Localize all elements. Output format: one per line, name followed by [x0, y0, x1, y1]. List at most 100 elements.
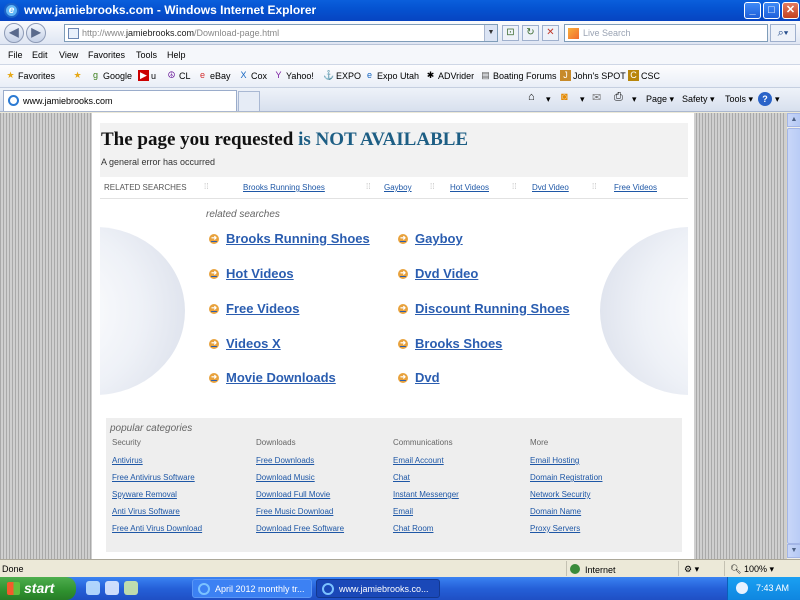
category-link[interactable]: Proxy Servers: [530, 524, 602, 541]
fav-yahoo[interactable]: Y Yahoo!: [273, 70, 313, 81]
fav-boating-forums[interactable]: ▤ Boating Forums: [480, 70, 556, 81]
safety-menu[interactable]: Safety ▾: [682, 94, 715, 105]
related-link[interactable]: ➜ Brooks Shoes: [398, 336, 502, 351]
scroll-thumb[interactable]: [787, 128, 800, 544]
category-link[interactable]: Email: [393, 507, 459, 524]
print-dropdown-icon[interactable]: ▾: [632, 94, 637, 105]
related-bar-link[interactable]: Dvd Video: [532, 183, 569, 192]
scroll-down-button[interactable]: ▼: [787, 544, 800, 558]
category-link[interactable]: Spyware Removal: [112, 490, 202, 507]
feeds-dropdown-icon[interactable]: ▾: [580, 94, 585, 105]
fav-csc[interactable]: C CSC: [628, 70, 660, 81]
related-link[interactable]: ➜ Videos X: [209, 336, 281, 351]
category-link[interactable]: Domain Name: [530, 507, 602, 524]
status-bar: Done Internet ⚙ ▾ 🔍︎ 100% ▾: [0, 559, 800, 577]
fav-expo-utah[interactable]: e Expo Utah: [364, 70, 419, 81]
related-bar-link[interactable]: Gayboy: [384, 183, 412, 192]
forward-button[interactable]: ▶: [26, 23, 46, 43]
error-header: The page you requested is NOT AVAILABLE …: [100, 123, 688, 177]
menu-bar: File Edit View Favorites Tools Help: [0, 45, 800, 65]
related-link[interactable]: ➜ Gayboy: [398, 231, 463, 246]
category-link[interactable]: Anti Virus Software: [112, 507, 202, 524]
category-link[interactable]: Download Free Software: [256, 524, 344, 541]
related-link[interactable]: ➜ Dvd Video: [398, 266, 478, 281]
quicklaunch-app-icon[interactable]: [124, 581, 138, 595]
search-icon[interactable]: ⌕▾: [770, 24, 796, 42]
category-link[interactable]: Free Music Download: [256, 507, 344, 524]
category-link[interactable]: Chat Room: [393, 524, 459, 541]
related-bar-link[interactable]: Hot Videos: [450, 183, 489, 192]
menu-edit[interactable]: Edit: [32, 50, 48, 60]
minimize-button[interactable]: _: [744, 2, 761, 19]
category-link[interactable]: Network Security: [530, 490, 602, 507]
tools-menu[interactable]: Tools ▾: [725, 94, 753, 105]
print-icon[interactable]: ⎙: [614, 91, 623, 104]
menu-favorites[interactable]: Favorites: [88, 50, 125, 60]
category-link[interactable]: Antivirus: [112, 456, 202, 473]
fav-cl[interactable]: ☮ CL: [166, 70, 190, 81]
protected-mode-icon[interactable]: ⚙ ▾: [684, 564, 699, 575]
feeds-icon[interactable]: ◙: [561, 91, 568, 103]
address-url[interactable]: http://www.jamiebrooks.com/Download-page…: [82, 28, 279, 38]
fav-expo[interactable]: ⚓ EXPO: [323, 70, 361, 81]
refresh-icon[interactable]: ↻: [522, 25, 539, 41]
category-link[interactable]: Free Downloads: [256, 456, 344, 473]
vertical-scrollbar[interactable]: ▲ ▼: [786, 113, 800, 559]
fav-google[interactable]: g Google: [90, 70, 132, 81]
fav-johns-spot[interactable]: J John's SPOT: [560, 70, 626, 81]
taskbar-item-active[interactable]: www.jamiebrooks.co...: [316, 579, 440, 598]
start-button[interactable]: start: [0, 577, 76, 600]
arrow-bullet-icon: ➜: [398, 268, 408, 279]
back-button[interactable]: ◀: [4, 23, 24, 43]
taskbar-item[interactable]: April 2012 monthly tr...: [192, 579, 312, 598]
category-link[interactable]: Download Full Movie: [256, 490, 344, 507]
favorites-button[interactable]: ★ Favorites: [5, 70, 55, 81]
fav-ebay[interactable]: e eBay: [197, 70, 231, 81]
close-button[interactable]: ✕: [782, 2, 799, 19]
fav-u[interactable]: ▶ u: [138, 70, 156, 81]
related-bar-link[interactable]: Brooks Running Shoes: [243, 183, 325, 192]
category-link[interactable]: Download Music: [256, 473, 344, 490]
category-link[interactable]: Chat: [393, 473, 459, 490]
search-box[interactable]: Live Search: [564, 24, 768, 42]
quicklaunch-media-icon[interactable]: [105, 581, 119, 595]
security-zone[interactable]: Internet: [570, 564, 616, 575]
related-bar-link[interactable]: Free Videos: [614, 183, 657, 192]
add-favorites-icon[interactable]: ★: [72, 70, 83, 81]
tray-icon[interactable]: [736, 582, 748, 594]
tab-jamiebrooks[interactable]: www.jamiebrooks.com: [3, 90, 237, 111]
zoom-level[interactable]: 🔍︎ 100% ▾: [730, 564, 774, 575]
related-link[interactable]: ➜ Movie Downloads: [209, 370, 336, 385]
scroll-up-button[interactable]: ▲: [787, 113, 800, 127]
quicklaunch-ie-icon[interactable]: [86, 581, 100, 595]
stop-icon[interactable]: ✕: [542, 25, 559, 41]
mail-icon[interactable]: ✉: [592, 91, 601, 104]
related-link[interactable]: ➜ Discount Running Shoes: [398, 301, 570, 316]
category-link[interactable]: Email Hosting: [530, 456, 602, 473]
home-icon[interactable]: ⌂: [528, 91, 535, 103]
fav-advrider[interactable]: ✱ ADVrider: [425, 70, 474, 81]
menu-file[interactable]: File: [8, 50, 23, 60]
help-icon[interactable]: ?: [758, 92, 772, 106]
help-dropdown-icon[interactable]: ▾: [775, 94, 780, 105]
menu-help[interactable]: Help: [167, 50, 186, 60]
related-link[interactable]: ➜ Dvd: [398, 370, 440, 385]
fav-cox[interactable]: X Cox: [238, 70, 267, 81]
compatibility-view-icon[interactable]: ⊡: [502, 25, 519, 41]
category-link[interactable]: Free Anti Virus Download: [112, 524, 202, 541]
menu-tools[interactable]: Tools: [136, 50, 157, 60]
home-dropdown-icon[interactable]: ▾: [546, 94, 551, 105]
category-link[interactable]: Email Account: [393, 456, 459, 473]
new-tab-button[interactable]: [238, 91, 260, 111]
address-bar[interactable]: http://www.jamiebrooks.com/Download-page…: [64, 24, 498, 42]
category-link[interactable]: Instant Messenger: [393, 490, 459, 507]
related-link[interactable]: ➜ Brooks Running Shoes: [209, 231, 370, 246]
category-link[interactable]: Free Antivirus Software: [112, 473, 202, 490]
related-link[interactable]: ➜ Free Videos: [209, 301, 299, 316]
related-link[interactable]: ➜ Hot Videos: [209, 266, 294, 281]
menu-view[interactable]: View: [59, 50, 78, 60]
page-menu[interactable]: Page ▾: [646, 94, 674, 105]
category-link[interactable]: Domain Registration: [530, 473, 602, 490]
maximize-button[interactable]: □: [763, 2, 780, 19]
address-dropdown-button[interactable]: ▼: [484, 25, 497, 41]
